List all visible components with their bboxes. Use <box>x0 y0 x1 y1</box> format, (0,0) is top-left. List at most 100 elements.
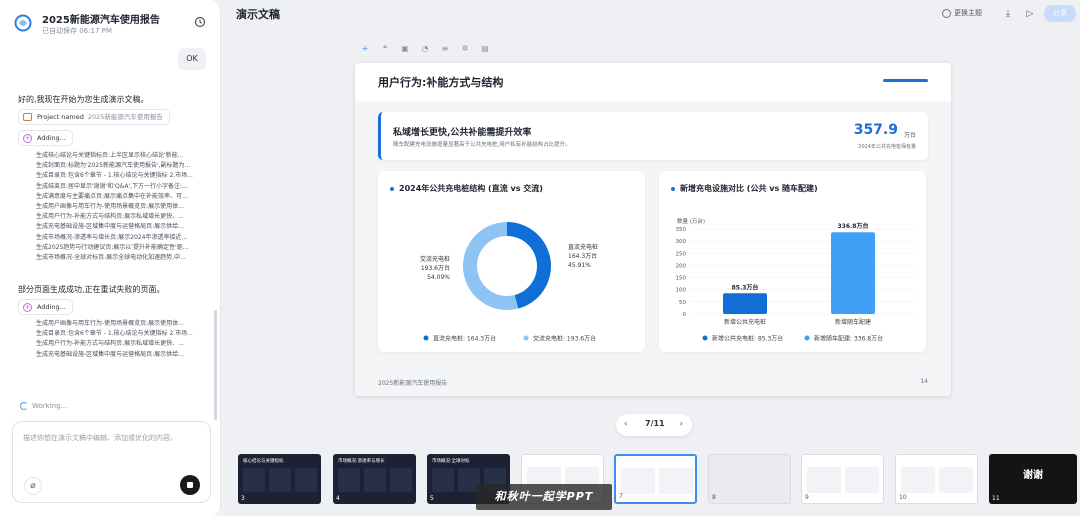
slide-toolbar: + ❝ ▣ ◔ ≡ ✲ ▤ <box>360 41 500 53</box>
play-icon[interactable]: ▷ <box>1025 9 1035 19</box>
donut-percent-label: 45.91% <box>568 262 591 269</box>
thumbnail-title: 核心结论与关键指标 <box>243 459 284 464</box>
user-message-bubble: OK <box>178 48 206 70</box>
slide-thumbnail[interactable]: 谢谢 11 <box>989 454 1077 504</box>
thumbnail-number: 10 <box>899 494 907 501</box>
slide-thumbnail[interactable]: 9 <box>801 454 884 504</box>
step-item: 生成用户画像与用车行为-使用场景概览页:展示使用体... <box>36 203 184 211</box>
adding-chip[interactable]: + Adding... <box>18 130 73 146</box>
slide-thumbnail[interactable]: 市场概况:渗透率与增长 4 <box>333 454 416 504</box>
page-indicator: 7/11 <box>645 419 665 428</box>
history-icon[interactable] <box>194 16 206 28</box>
spinner-icon <box>20 402 28 410</box>
slide-thumbnail[interactable]: 7 <box>614 454 697 504</box>
add-icon[interactable]: + <box>360 44 370 54</box>
chat-header: 2025新能源汽车使用报告 已自动保存 06:17 PM <box>14 10 212 38</box>
project-chip[interactable]: Project named 2025新能源汽车使用报告 <box>18 109 170 125</box>
save-status: 已自动保存 06:17 PM <box>42 27 112 35</box>
image-icon[interactable]: ▣ <box>400 44 410 54</box>
donut-chart: 直流充电桩164.3万台 45.91% 交流充电桩193.6万台 54.09% 直流充电… <box>420 222 598 343</box>
donut-percent-label: 54.09% <box>427 274 450 281</box>
scrollbar[interactable] <box>214 310 217 420</box>
donut-value-label: 164.3万台 <box>568 252 597 260</box>
step-item: 生成目录页:包含6个章节 - 1.核心结论与关键指标 2.市场... <box>36 172 193 180</box>
step-item: 生成充电基础设施-区域集中度与运营格局页:展示供给... <box>36 350 184 358</box>
next-slide-button[interactable]: › <box>680 419 683 428</box>
step-item: 生成市场概况-全球对标页:展示全球电动化加速趋势,中... <box>36 254 186 262</box>
thumbnail-block <box>432 468 454 492</box>
retry-step-list: 生成用户画像与用车行为-使用场景概览页:展示使用体... 生成目录页:包含6个章节… <box>36 319 206 360</box>
adding-label: Adding... <box>37 303 66 311</box>
x-tick-label: 新增随车配建 <box>835 318 871 326</box>
thumbnail-title: 市场概况:全球对标 <box>432 459 470 464</box>
donut-label: 交流充电桩 <box>420 255 450 263</box>
thumbnail-block <box>295 468 317 492</box>
y-tick-label: 250 <box>676 251 687 257</box>
quote-icon[interactable]: ❝ <box>380 44 390 54</box>
change-theme-label: 更换主题 <box>954 9 982 17</box>
magic-icon[interactable]: ✲ <box>460 44 470 54</box>
adding-chip[interactable]: + Adding... <box>18 299 73 315</box>
y-tick-label: 300 <box>676 239 687 245</box>
y-tick-label: 200 <box>676 263 687 269</box>
plus-circle-icon: + <box>23 134 32 143</box>
plus-circle-icon: + <box>23 303 32 312</box>
donut-value-label: 193.6万台 <box>421 264 450 272</box>
change-theme-button[interactable]: 更换主题 <box>942 8 982 18</box>
chat-input-placeholder[interactable]: 描述你想在演示文稿中编辑、添加或优化的内容。 <box>23 433 177 443</box>
x-tick-label: 新增公共充电桩 <box>724 318 766 326</box>
thumbnail-block <box>659 468 693 494</box>
bar-chart: 数量 (万台) 0 50 100 150 200 250 300 350 85.3万台新增公共充电… <box>676 217 917 343</box>
thumbnail-block <box>269 468 291 492</box>
slide-page-number: 14 <box>920 378 928 385</box>
y-tick-label: 100 <box>676 288 687 294</box>
step-item: 生成充电基础设施-区域集中度与运营格局页:展示供给... <box>36 223 184 231</box>
legend-label: 直流充电桩: 164.3万台 <box>433 335 496 343</box>
slide-footer: 2025新能源汽车使用报告 <box>378 380 448 387</box>
y-axis-label: 数量 (万台) <box>677 217 705 225</box>
step-item: 生成用户画像与用车行为-使用场景概览页:展示使用体... <box>36 320 184 327</box>
slide-header: 用户行为:补能方式与结构 <box>355 63 951 101</box>
legend-marker <box>423 335 429 341</box>
thumbnail-number: 8 <box>712 494 716 501</box>
slide-canvas[interactable]: 用户行为:补能方式与结构 私域增长更快,公共补能需提升效率 随车配建充电设施增量… <box>355 63 951 396</box>
stop-button[interactable] <box>180 475 200 495</box>
step-item: 生成满意度与主要痛点页:展示痛点集中在补能效率、可... <box>36 192 188 200</box>
thumbnail-title: 谢谢 <box>1023 470 1043 481</box>
step-item: 生成核心结论与关键指标页:上半区显示核心结论'新能... <box>36 152 184 159</box>
attach-icon[interactable]: ⌀ <box>24 477 42 495</box>
step-item: 生成用户行为-补能方式与结构页:展示私域增长更快、... <box>36 213 184 221</box>
y-tick-label: 50 <box>679 300 686 306</box>
prev-slide-button[interactable]: ‹ <box>624 419 627 428</box>
chat-input-box[interactable]: 描述你想在演示文稿中编辑、添加或优化的内容。 ⌀ <box>12 421 211 503</box>
project-chip-name: 2025新能源汽车使用报告 <box>87 113 163 121</box>
thumbnail-number: 3 <box>241 495 245 502</box>
donut-chart-card: 2024年公共充电桩结构 (直流 vs 交流) 直流充电桩 164.3万台 45.9… <box>378 171 645 352</box>
thumbnail-block <box>390 468 412 492</box>
download-icon[interactable]: ⤓ <box>1003 9 1013 19</box>
slide-thumbnail[interactable]: 核心结论与关键指标 3 <box>238 454 321 504</box>
doc-title[interactable]: 2025新能源汽车使用报告 <box>42 11 160 26</box>
chat-panel: 2025新能源汽车使用报告 已自动保存 06:17 PM OK 好的,我现在开始… <box>0 0 221 516</box>
kpi-caption: 2024年公共充电桩保有量 <box>858 144 916 150</box>
palette-icon <box>942 8 951 18</box>
chart-icon[interactable]: ◔ <box>420 44 430 54</box>
legend-marker <box>702 335 708 341</box>
list-icon[interactable]: ≡ <box>440 44 450 54</box>
legend-marker <box>804 335 810 341</box>
layout-icon[interactable]: ▤ <box>480 44 490 54</box>
thumbnail-number: 7 <box>619 493 623 500</box>
kpi-unit: 万台 <box>903 132 916 139</box>
bar <box>723 293 767 314</box>
donut-label: 直流充电桩 <box>568 243 598 251</box>
step-item: 生成封面页:标题为'2025新能源汽车使用报告',副标题为... <box>36 162 191 170</box>
bar <box>831 232 875 314</box>
step-item: 生成用户行为-补能方式与结构页:展示私域增长更快、... <box>36 340 184 348</box>
thumbnail-block <box>807 467 841 493</box>
y-tick-label: 350 <box>676 227 687 233</box>
legend-label: 新增公共充电桩: 85.3万台 <box>712 335 783 343</box>
slide-thumbnail[interactable]: 8 <box>708 454 791 504</box>
share-button[interactable]: 分享 <box>1044 5 1076 22</box>
adding-label: Adding... <box>37 134 66 142</box>
slide-thumbnail[interactable]: 10 <box>895 454 978 504</box>
